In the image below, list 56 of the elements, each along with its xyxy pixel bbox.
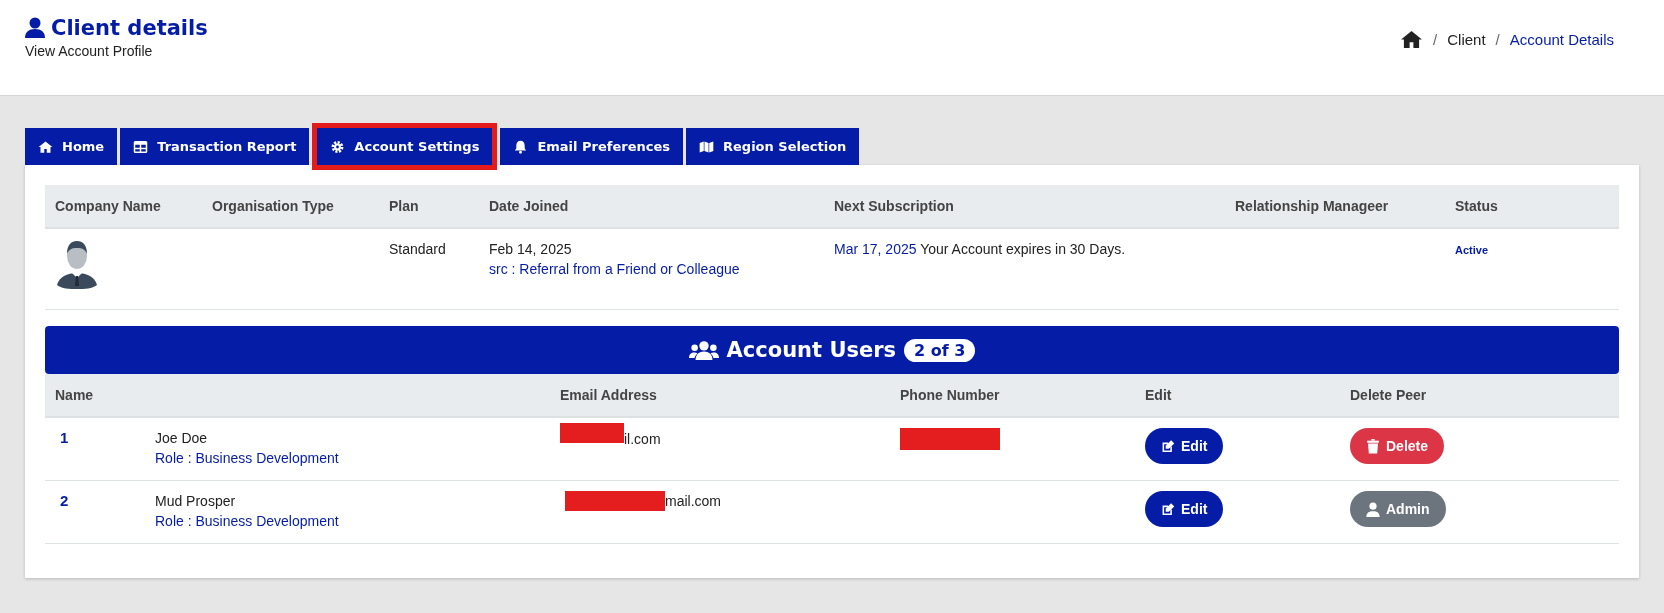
column-header: Date Joined (479, 185, 824, 228)
column-header: Plan (379, 185, 479, 228)
breadcrumb-separator: / (1433, 31, 1438, 48)
status-label: Active (1455, 244, 1489, 256)
plan-text: Standard (389, 241, 446, 257)
column-header: Relationship Manageer (1225, 185, 1445, 228)
user-role: Role : Business Development (155, 512, 340, 531)
page-title: Client details (51, 16, 208, 40)
column-header: Company Name (45, 185, 202, 228)
edit-button[interactable]: Edit (1145, 491, 1224, 527)
settings-icon (330, 139, 346, 154)
map-icon (699, 139, 714, 154)
column-header: Organisation Type (202, 185, 379, 228)
row-number: 2 (59, 492, 69, 509)
column-header: Next Subscription (824, 185, 1225, 228)
admin-button[interactable]: Admin (1350, 491, 1446, 527)
row-number: 1 (59, 429, 69, 446)
tab[interactable]: Region Selection (686, 128, 860, 165)
breadcrumb-current[interactable]: Account Details (1509, 31, 1614, 48)
user-role: Role : Business Development (155, 449, 340, 468)
users-icon (688, 339, 719, 361)
column-header: Name (45, 374, 145, 417)
bell-icon (513, 139, 529, 154)
user-name: Mud Prosper (155, 492, 237, 511)
column-header: Delete Peer (1340, 374, 1619, 417)
expiry-note: Your Account expires in 30 Days. (920, 241, 1126, 257)
user-icon (25, 17, 45, 39)
date-joined: Feb 14, 2025 (489, 240, 573, 259)
home-icon (38, 139, 53, 154)
avatar-icon (55, 239, 99, 289)
breadcrumb-separator: / (1495, 31, 1500, 48)
edit-button[interactable]: Edit (1145, 428, 1224, 464)
redaction-mark (560, 423, 624, 443)
column-header: Status (1445, 185, 1619, 228)
delete-button[interactable]: Delete (1350, 428, 1445, 464)
count-badge: 2 of 3 (904, 338, 976, 362)
email-text: il.com (624, 430, 661, 449)
column-header: Email Address (550, 374, 890, 417)
edit-icon (1161, 501, 1175, 517)
referral-source: src : Referral from a Friend or Colleague (489, 260, 741, 279)
column-header: Edit (1135, 374, 1340, 417)
next-subscription-date: Mar 17, 2025 (834, 241, 917, 257)
user-icon (1366, 501, 1380, 517)
email-text: mail.com (665, 492, 721, 511)
section-title: Account Users (726, 338, 897, 362)
tab[interactable]: Home (25, 128, 118, 165)
home-icon[interactable] (1400, 30, 1424, 49)
edit-icon (1161, 438, 1175, 454)
breadcrumb-link[interactable]: Client (1447, 31, 1486, 48)
table-icon (133, 139, 149, 154)
user-name: Joe Doe (155, 429, 209, 448)
column-header: Phone Number (890, 374, 1135, 417)
tab[interactable]: Email Preferences (500, 128, 683, 165)
page-subtitle: View Account Profile (25, 43, 154, 59)
trash-icon (1366, 438, 1380, 454)
tab[interactable]: Transaction Report (120, 128, 310, 165)
